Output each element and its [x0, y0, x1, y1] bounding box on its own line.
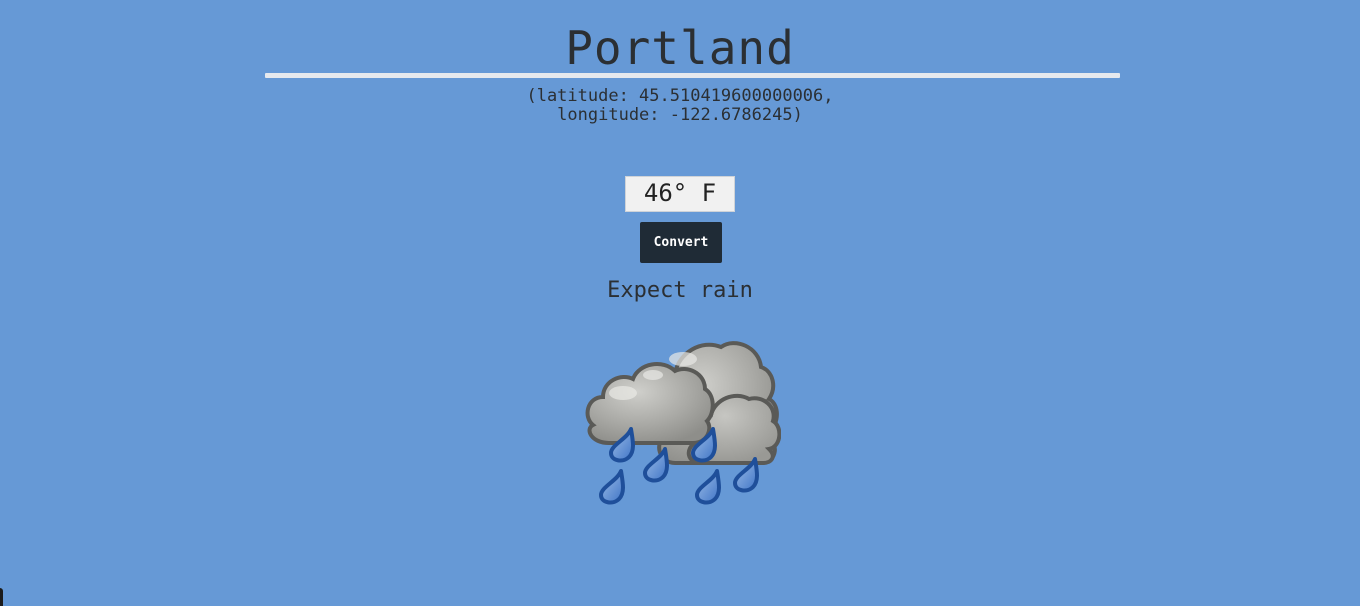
city-title: Portland — [565, 21, 795, 75]
coordinates-latitude: (latitude: 45.510419600000006, — [526, 86, 834, 106]
forecast-text: Expect rain — [607, 278, 753, 303]
title-divider — [265, 73, 1120, 78]
coordinates-longitude: longitude: -122.6786245) — [557, 105, 803, 125]
weather-page: Portland (latitude: 45.510419600000006, … — [0, 0, 1360, 606]
temperature-display: 46° F — [625, 176, 735, 212]
corner-marker — [0, 588, 3, 606]
coordinates: (latitude: 45.510419600000006, longitude… — [0, 87, 1360, 125]
convert-button[interactable]: Convert — [640, 222, 722, 263]
rain-clouds-icon — [585, 341, 781, 505]
